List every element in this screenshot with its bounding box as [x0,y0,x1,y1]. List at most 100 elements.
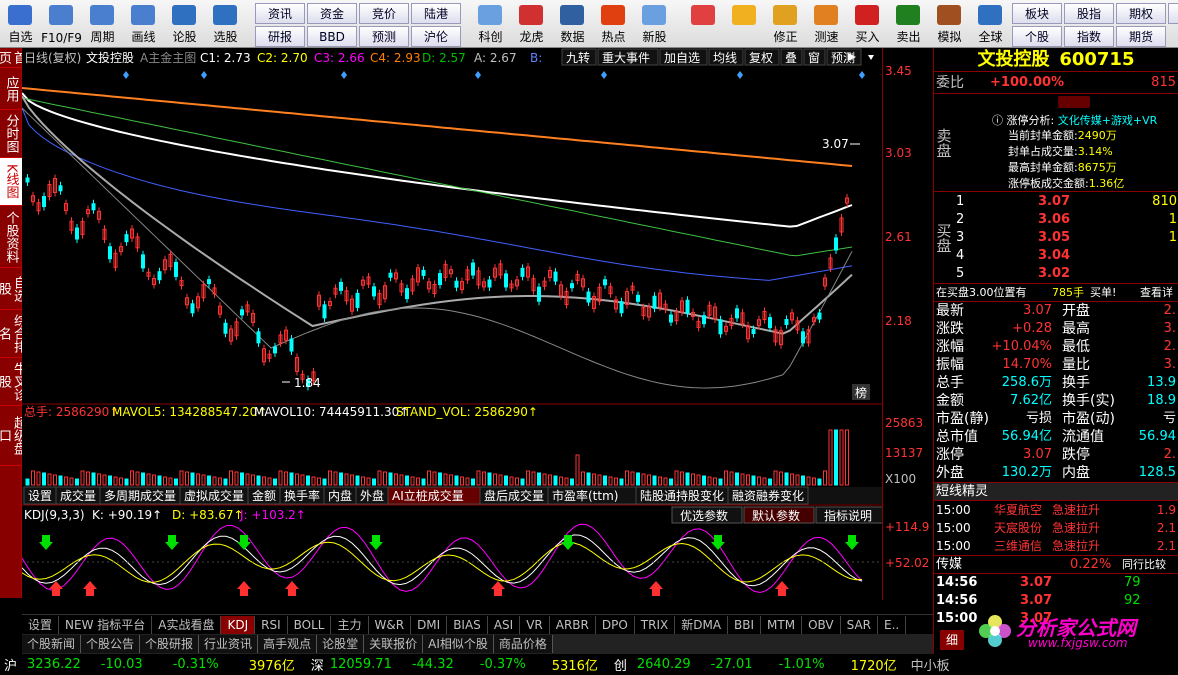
left-tab-5[interactable]: 自选股 [0,268,26,310]
news-tab-3[interactable]: 行业资讯 [199,635,259,653]
toolbar-button-龙虎[interactable]: 龙虎 [511,0,552,47]
toolbar-button-买入[interactable]: 买入 [847,0,888,47]
bid-row[interactable]: 5 3.02 [954,265,1178,283]
toolbar-button-自选[interactable]: 自选 [0,0,41,47]
sector-compare[interactable]: 同行比较 [1122,556,1166,574]
zxb-label[interactable]: 中小板 [911,655,950,674]
volume-bar [597,474,602,486]
bid-row[interactable]: 4 3.04 [954,247,1178,265]
event-marker-icon[interactable] [859,71,865,79]
news-tab-2[interactable]: 个股研报 [140,635,200,653]
toolbar-grid-button[interactable]: 期权 [1116,3,1166,24]
toolbar-button-模拟[interactable]: 模拟 [929,0,970,47]
zt-tag[interactable]: 文化传媒+游戏+VR [1058,114,1158,127]
indicator-tab-20[interactable]: E.. [878,615,907,634]
bid-row[interactable]: 1 3.07 810 [954,193,1178,211]
left-tab-8[interactable]: 超级盘口 [0,406,26,466]
indicator-tab-13[interactable]: DPO [596,615,635,634]
kline-chart-svg[interactable]: 日线(复权) 文投控股 A主金主图 C1: 2.73 C2: 2.70 C3: 2.66 C… [21,48,887,614]
indicator-tab-5[interactable]: BOLL [288,615,332,634]
indicator-tab-1[interactable]: NEW 指标平台 [59,615,153,634]
toolbar-button-论股[interactable]: 论股 [164,0,205,47]
left-tab-7[interactable]: 牛叉诊股 [0,358,26,406]
toolbar-button-修正[interactable]: 修正 [765,0,806,47]
indicator-tab-7[interactable]: W&R [369,615,412,634]
toolbar-grid-button[interactable]: 板块 [1012,3,1062,24]
event-marker-icon[interactable] [341,71,347,79]
toolbar-grid-button[interactable]: 陆港 [411,3,461,24]
sector-name[interactable]: 传媒 [936,556,962,574]
indicator-tab-9[interactable]: BIAS [447,615,488,634]
left-tab-1[interactable]: 应用 [0,68,22,110]
event-marker-icon[interactable] [201,71,207,79]
indicator-tab-16[interactable]: BBI [728,615,762,634]
news-tab-8[interactable]: 商品价格 [493,635,553,653]
event-marker-icon[interactable] [475,71,481,79]
indicator-tab-11[interactable]: VR [520,615,550,634]
toolbar-grid-button[interactable]: 沪伦 [411,26,461,47]
toolbar-grid-button[interactable]: 个股 [1012,26,1062,47]
toolbar-grid-button[interactable]: 期货 [1116,26,1166,47]
toolbar-button-F10/F9[interactable]: F10/F9 [41,0,82,47]
collapse-icon[interactable] [1058,96,1090,108]
tick-tab[interactable]: 细 [940,630,964,650]
indicator-tab-14[interactable]: TRIX [635,615,676,634]
left-tab-3[interactable]: K线图 [0,158,22,206]
news-tab-0[interactable]: 个股新闻 [22,635,82,653]
indicator-tab-17[interactable]: MTM [761,615,803,634]
kline-chart-area[interactable]: 日线(复权) 文投控股 A主金主图 C1: 2.73 C2: 2.70 C3: 2.66 C… [21,48,887,614]
toolbar-grid-button[interactable]: 资讯 [255,3,305,24]
indicator-tab-15[interactable]: 新DMA [675,615,729,634]
toolbar-button-color-grid-icon[interactable] [683,0,724,47]
indicator-tab-0[interactable]: 设置 [22,615,60,634]
buy-tip-more[interactable]: 查看详 [1140,284,1173,302]
toolbar-button-热点[interactable]: 热点 [593,0,634,47]
toolbar-button-周期[interactable]: 周期 [82,0,123,47]
event-marker-icon[interactable] [123,71,129,79]
toolbar-button-全球[interactable]: 全球 [970,0,1011,47]
toolbar-grid-button[interactable]: 股指 [1064,3,1114,24]
left-tab-4[interactable]: 个股资料 [0,206,22,268]
news-tab-6[interactable]: 关联报价 [364,635,424,653]
buy-tip[interactable]: 在买盘3.00位置有 785手 买单! 查看详 [934,284,1178,302]
toolbar-grid-button[interactable]: 预测 [359,26,409,47]
indicator-tab-3[interactable]: KDJ [221,615,256,634]
indicator-tab-4[interactable]: RSI [255,615,288,634]
toolbar-button-测速[interactable]: 测速 [806,0,847,47]
toolbar-grid-button[interactable]: 指数 [1064,26,1114,47]
toolbar-button-卖出[interactable]: 卖出 [888,0,929,47]
indicator-tab-2[interactable]: A实战看盘 [152,615,222,634]
indicator-tab-10[interactable]: ASI [488,615,521,634]
toolbar-button-数据[interactable]: 数据 [552,0,593,47]
left-tab-0[interactable]: 首页 [0,48,26,68]
toolbar-button-选股[interactable]: 选股 [205,0,246,47]
toolbar-grid-button[interactable]: 竞价 [359,3,409,24]
indicator-tab-19[interactable]: SAR [841,615,879,634]
left-tab-2[interactable]: 分时图 [0,110,22,158]
toolbar-grid-button[interactable]: 债 [1168,3,1178,24]
news-tab-4[interactable]: 高手观点 [258,635,318,653]
short-row[interactable]: 15:00 华夏航空 急速拉升 1.9 [934,501,1178,519]
toolbar-button-新股[interactable]: 新股 [634,0,675,47]
event-marker-icon[interactable] [737,71,743,79]
toolbar-button-画线[interactable]: 画线 [123,0,164,47]
toolbar-grid-button[interactable]: BBD [307,26,357,47]
bid-row[interactable]: 3 3.05 1 [954,229,1178,247]
toolbar-grid-button[interactable]: 研报 [255,26,305,47]
indicator-tab-12[interactable]: ARBR [550,615,596,634]
toolbar-button-back-arrow-icon[interactable] [724,0,765,47]
indicator-tab-8[interactable]: DMI [411,615,448,634]
event-marker-icon[interactable] [601,71,607,79]
indicator-tab-18[interactable]: OBV [802,615,841,634]
toolbar-button-科创[interactable]: 科创 [470,0,511,47]
left-tab-6[interactable]: 综合排名 [0,310,26,358]
short-row[interactable]: 15:00 天宸股份 急速拉升 2.1 [934,519,1178,537]
short-row[interactable]: 15:00 三维通信 急速拉升 2.1 [934,537,1178,555]
toolbar-grid-button[interactable]: 资金 [307,3,357,24]
bid-row[interactable]: 2 3.06 1 [954,211,1178,229]
short-title-row[interactable]: 短线精灵 [934,483,1178,501]
news-tab-1[interactable]: 个股公告 [81,635,141,653]
indicator-tab-6[interactable]: 主力 [331,615,369,634]
news-tab-7[interactable]: AI相似个股 [423,635,494,653]
news-tab-5[interactable]: 论股堂 [317,635,365,653]
